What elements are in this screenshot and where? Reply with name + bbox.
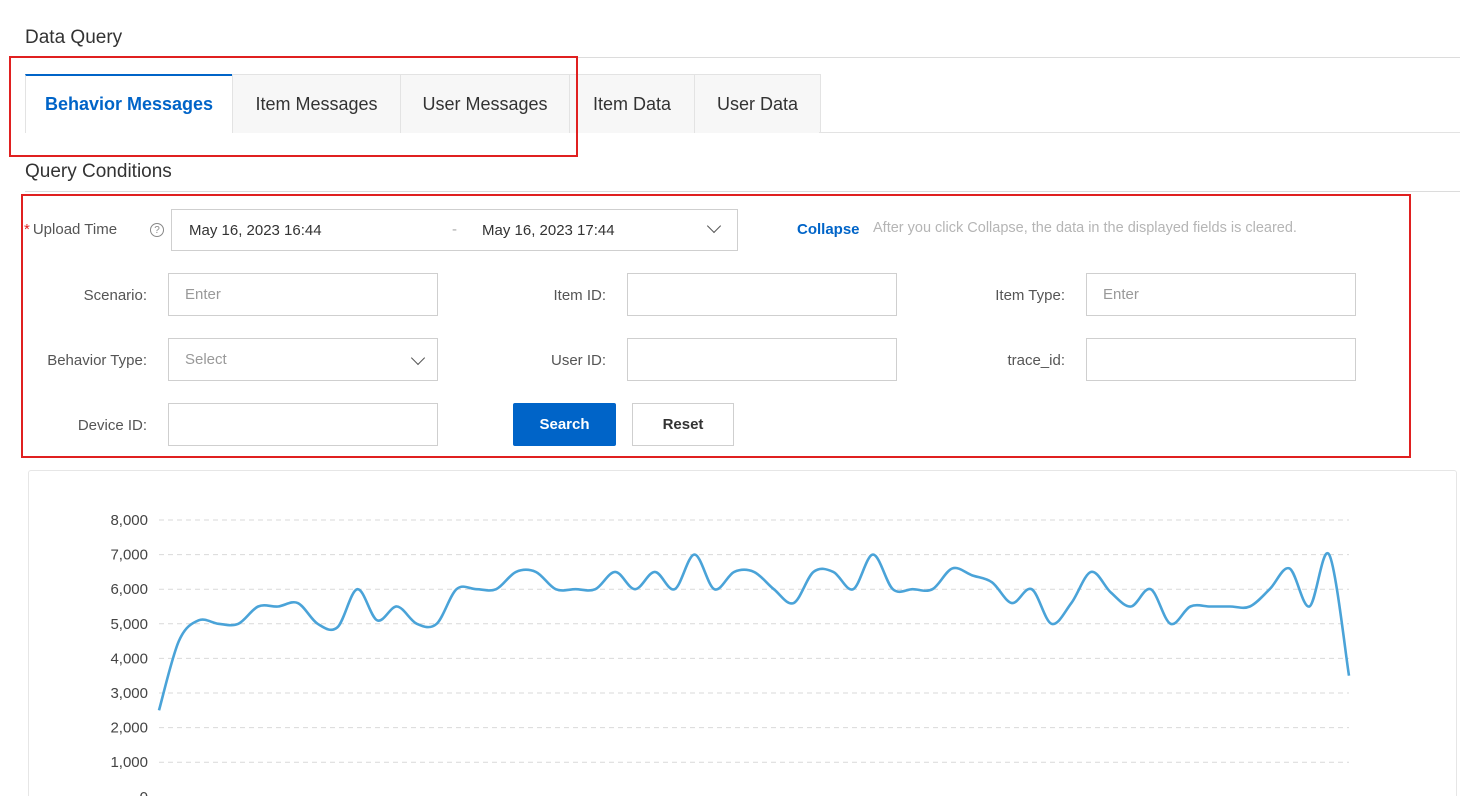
- chevron-down-icon: [410, 350, 426, 366]
- y-tick-label: 1,000: [110, 754, 148, 771]
- tab-user-messages[interactable]: User Messages: [400, 74, 570, 133]
- reset-button[interactable]: Reset: [632, 403, 734, 446]
- device-id-input[interactable]: [168, 403, 438, 446]
- user-id-input[interactable]: [627, 338, 897, 381]
- range-separator: -: [452, 221, 457, 238]
- y-tick-label: 0: [140, 789, 148, 796]
- y-tick-label: 5,000: [110, 616, 148, 633]
- upload-time-range-picker[interactable]: May 16, 2023 16:44 - May 16, 2023 17:44: [171, 209, 738, 251]
- chevron-down-icon[interactable]: [706, 218, 722, 234]
- scenario-placeholder: Enter: [185, 286, 221, 303]
- collapse-hint: After you click Collapse, the data in th…: [873, 220, 1297, 236]
- item-type-placeholder: Enter: [1103, 286, 1139, 303]
- series-line: [157, 551, 1351, 711]
- behavior-type-placeholder: Select: [185, 351, 227, 368]
- y-tick-label: 7,000: [110, 547, 148, 564]
- conditions-divider: [25, 191, 1460, 192]
- collapse-link[interactable]: Collapse: [797, 221, 860, 238]
- item-type-input[interactable]: Enter: [1086, 273, 1356, 316]
- range-end[interactable]: May 16, 2023 17:44: [482, 222, 615, 239]
- required-mark: *: [24, 221, 30, 238]
- page-title: Data Query: [25, 27, 123, 48]
- item-type-label: Item Type:: [995, 287, 1065, 304]
- scenario-label: Scenario:: [83, 287, 147, 304]
- trace-id-input[interactable]: [1086, 338, 1356, 381]
- chart-card: 0 1,000 2,000 3,000 4,000 5,000 6,000 7,000 8,00…: [28, 470, 1457, 796]
- title-divider: [25, 57, 1460, 58]
- tab-item-data[interactable]: Item Data: [569, 74, 695, 133]
- query-conditions-title: Query Conditions: [25, 161, 172, 182]
- y-tick-label: 2,000: [110, 720, 148, 737]
- tab-user-data[interactable]: User Data: [694, 74, 821, 133]
- behavior-type-label: Behavior Type:: [47, 352, 147, 369]
- upload-time-label-text: Upload Time: [32, 221, 118, 238]
- tab-behavior-messages[interactable]: Behavior Messages: [25, 74, 233, 133]
- device-id-label: Device ID:: [77, 417, 147, 434]
- question-circle-icon[interactable]: ?: [150, 223, 164, 237]
- y-tick-label: 8,000: [110, 512, 148, 529]
- tab-item-messages[interactable]: Item Messages: [232, 74, 401, 133]
- y-tick-label: 6,000: [110, 581, 148, 598]
- item-id-input[interactable]: [627, 273, 897, 316]
- user-id-label: User ID:: [550, 352, 606, 369]
- y-tick-label: 4,000: [110, 650, 148, 667]
- trace-id-label: trace_id:: [1007, 352, 1065, 369]
- scenario-input[interactable]: Enter: [168, 273, 438, 316]
- tab-bar-baseline: [819, 132, 1460, 133]
- search-button[interactable]: Search: [513, 403, 616, 446]
- behavior-type-select[interactable]: Select: [168, 338, 438, 381]
- line-chart: 0 1,000 2,000 3,000 4,000 5,000 6,000 7,000 8,00…: [110, 512, 1351, 796]
- upload-time-label: * Upload Time: [24, 221, 117, 238]
- item-id-label: Item ID:: [553, 287, 606, 304]
- y-tick-label: 3,000: [110, 685, 148, 702]
- tab-bar: Behavior Messages Item Messages User Mes…: [25, 74, 821, 133]
- range-start[interactable]: May 16, 2023 16:44: [189, 222, 322, 239]
